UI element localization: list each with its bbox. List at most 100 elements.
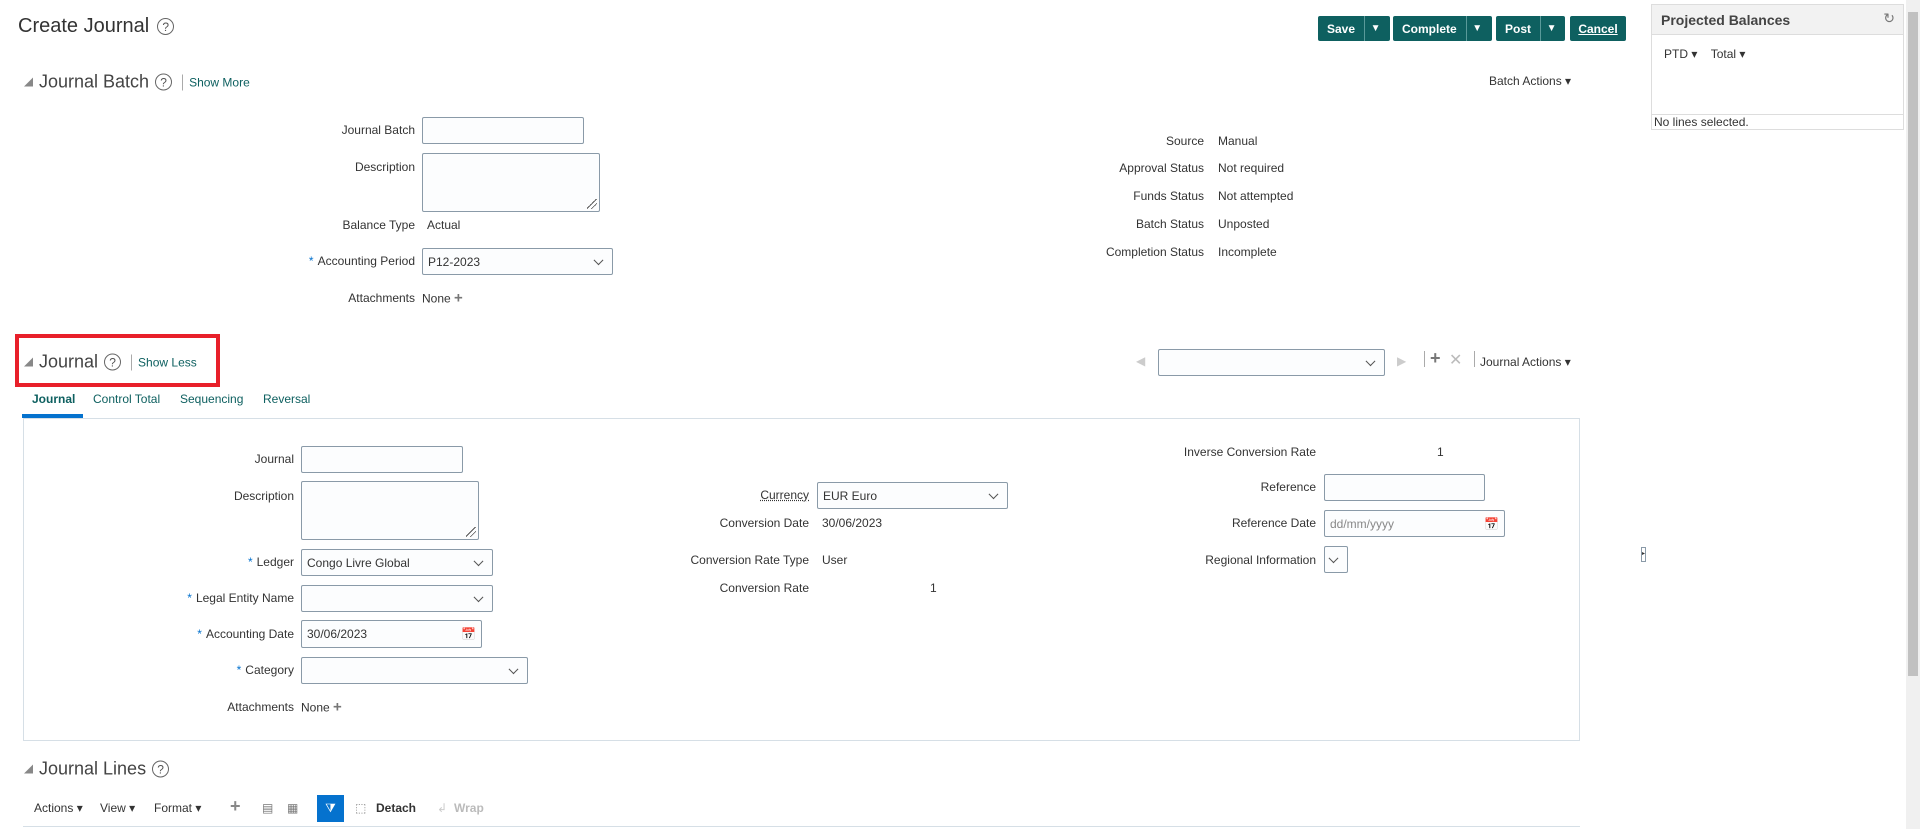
post-dropdown-icon[interactable]: ▼ (1540, 16, 1562, 41)
tab-control-total[interactable]: Control Total (93, 392, 160, 406)
batch-status-label: Batch Status (1135, 217, 1204, 231)
funds-status-value: Not attempted (1218, 189, 1294, 203)
currency-value: EUR Euro (823, 488, 878, 503)
detail-icon[interactable]: ▤ (262, 801, 273, 815)
journal-attachments-label: Attachments (227, 700, 294, 714)
journal-name-input[interactable] (301, 446, 463, 473)
inverse-conversion-rate-label: Inverse Conversion Rate (1183, 445, 1316, 459)
reference-label: Reference (1260, 480, 1316, 494)
accounting-date-value: 30/06/2023 (307, 627, 368, 641)
tab-journal[interactable]: Journal (32, 392, 75, 406)
approval-status-label: Approval Status (1119, 161, 1204, 175)
scrollbar-thumb[interactable] (1908, 12, 1918, 676)
total-menu[interactable]: Total ▾ (1711, 47, 1746, 61)
batch-actions-menu[interactable]: Batch Actions ▾ (1489, 74, 1571, 88)
actions-menu[interactable]: Actions ▾ (34, 801, 83, 815)
freeze-icon[interactable]: ▦ (287, 801, 298, 815)
legal-entity-label: * Legal Entity Name (187, 591, 294, 605)
page-title: Create Journal (18, 15, 150, 37)
completion-status-value: Incomplete (1218, 245, 1277, 259)
view-menu[interactable]: View ▾ (100, 801, 135, 815)
add-icon[interactable]: + (1430, 348, 1441, 369)
complete-dropdown-icon[interactable]: ▼ (1465, 16, 1488, 41)
help-icon[interactable]: ? (104, 353, 122, 371)
currency-select[interactable]: EUR Euro (817, 482, 1008, 509)
query-by-example-icon[interactable]: ⧩ (317, 795, 344, 822)
legal-entity-select[interactable] (301, 585, 493, 612)
regional-information-select[interactable] (1324, 546, 1348, 573)
collapse-icon[interactable] (24, 77, 33, 87)
conversion-rate-type-value: User (822, 553, 848, 567)
calendar-icon[interactable]: 📅 (461, 627, 476, 641)
ledger-value: Congo Livre Global (307, 555, 410, 570)
completion-status-label: Completion Status (1105, 245, 1204, 259)
inverse-conversion-rate-value: 1 (1437, 445, 1444, 459)
journal-description-textarea[interactable] (301, 481, 479, 540)
collapse-icon[interactable] (24, 764, 33, 774)
journal-lines-header: Journal Lines ? (24, 759, 170, 780)
detach-icon[interactable]: ⬚ (355, 801, 366, 815)
category-select[interactable] (301, 657, 528, 684)
projected-balances-status: No lines selected. (1652, 114, 1903, 129)
journal-batch-input[interactable] (422, 117, 584, 144)
tab-reversal[interactable]: Reversal (263, 392, 310, 406)
help-icon[interactable]: ? (155, 73, 173, 91)
previous-icon[interactable]: ◀ (1136, 354, 1145, 368)
page-header: Create Journal ? (18, 15, 175, 38)
journal-batch-title: Journal Batch (39, 71, 150, 92)
journal-form-panel (23, 418, 1580, 741)
accounting-date-input[interactable]: 30/06/2023 📅 (301, 620, 482, 648)
collapse-icon[interactable] (24, 357, 33, 367)
show-less-link[interactable]: Show Less (138, 355, 197, 369)
wrap-icon: ↲ (437, 801, 448, 815)
ptd-label: PTD (1664, 47, 1688, 61)
journal-header: Journal ? Show Less (24, 352, 197, 373)
post-button[interactable]: Post ▼ (1496, 16, 1565, 41)
cancel-label: Cancel (1578, 21, 1618, 36)
batch-description-textarea[interactable] (422, 153, 600, 212)
reference-date-input[interactable]: dd/mm/yyyy 📅 (1324, 510, 1505, 537)
batch-actions-label: Batch Actions (1489, 74, 1562, 88)
projected-balances-panel: Projected Balances ↻ PTD ▾ Total ▾ No li… (1651, 4, 1904, 130)
save-dropdown-icon[interactable]: ▼ (1364, 16, 1386, 41)
batch-status-value: Unposted (1218, 217, 1270, 231)
projected-balances-header: Projected Balances ↻ (1652, 5, 1903, 35)
journal-actions-menu[interactable]: Journal Actions ▾ (1480, 355, 1571, 369)
ledger-select[interactable]: Congo Livre Global (301, 549, 493, 576)
tab-sequencing[interactable]: Sequencing (180, 392, 243, 406)
accounting-period-select[interactable]: P12-2023 (422, 248, 613, 275)
cancel-button[interactable]: Cancel (1570, 16, 1626, 41)
complete-button[interactable]: Complete ▼ (1393, 16, 1492, 41)
help-icon[interactable]: ? (157, 18, 175, 35)
batch-attachments-value: None + (422, 290, 463, 307)
refresh-icon[interactable]: ↻ (1883, 10, 1895, 27)
currency-label: Currency (760, 488, 809, 502)
calendar-icon[interactable]: 📅 (1484, 517, 1499, 531)
show-more-link[interactable]: Show More (189, 75, 250, 89)
view-label: View (100, 801, 126, 815)
scrollbar[interactable] (1906, 0, 1920, 829)
format-menu[interactable]: Format ▾ (154, 801, 201, 815)
panel-toggle-icon[interactable]: ▸ (1641, 547, 1646, 562)
reference-input[interactable] (1324, 474, 1485, 501)
ptd-menu[interactable]: PTD ▾ (1664, 47, 1697, 61)
add-row-icon[interactable]: + (230, 796, 241, 817)
projected-balances-title: Projected Balances (1661, 12, 1791, 28)
help-icon[interactable]: ? (152, 760, 170, 778)
accounting-date-label-text: Accounting Date (205, 627, 294, 641)
next-icon[interactable]: ▶ (1397, 354, 1406, 368)
save-button[interactable]: Save ▼ (1318, 16, 1390, 41)
reference-date-label: Reference Date (1231, 516, 1316, 530)
add-attachment-icon[interactable]: + (454, 290, 463, 307)
format-label: Format (154, 801, 193, 815)
accounting-date-label: * Accounting Date (197, 627, 294, 641)
conversion-rate-value: 1 (930, 581, 937, 595)
add-attachment-icon[interactable]: + (333, 699, 342, 716)
projected-balances-filters: PTD ▾ Total ▾ (1652, 35, 1903, 73)
delete-icon[interactable]: ✕ (1449, 350, 1462, 370)
journal-attachments-none: None (301, 700, 330, 715)
ledger-label: * Ledger (247, 555, 294, 569)
conversion-date-value: 30/06/2023 (822, 516, 883, 530)
detach-button[interactable]: Detach (376, 801, 416, 815)
journal-selector[interactable] (1158, 349, 1385, 376)
